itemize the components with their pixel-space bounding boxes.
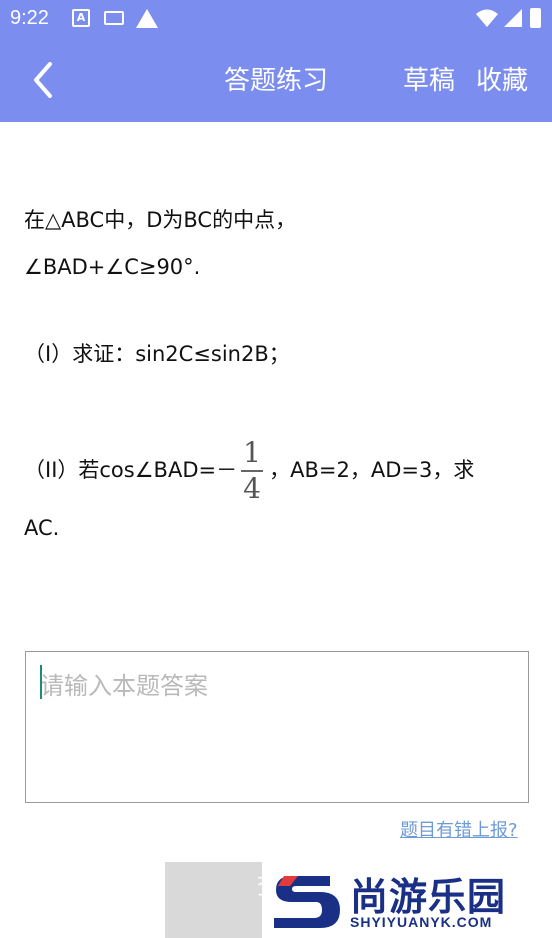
question-part-2-suffix: ，AB=2，AD=3，求 xyxy=(269,458,475,482)
fraction: 14 xyxy=(241,436,264,505)
answer-box xyxy=(25,651,529,803)
answer-input[interactable] xyxy=(26,652,528,802)
page-title: 答题练习 xyxy=(223,66,328,96)
watermark-url: SHYIYUANYK.COM xyxy=(350,914,493,930)
wifi-icon xyxy=(476,9,498,27)
report-error-link[interactable]: 题目有错上报? xyxy=(400,816,518,842)
a-notification-icon: A xyxy=(72,9,90,27)
fraction-denominator: 4 xyxy=(243,472,261,505)
warning-icon xyxy=(136,9,158,28)
watermark-logo-icon xyxy=(274,876,340,928)
signal-icon xyxy=(504,9,522,27)
question-part-2-prefix: （II）若cos∠BAD=－ xyxy=(24,458,238,482)
question-part-2: （II）若cos∠BAD=－ 1 4 ，AB=2，AD=3，求 xyxy=(24,438,474,504)
question-part-1: （I）求证：sin2C≤sin2B； xyxy=(24,342,290,366)
keyboard-icon xyxy=(104,11,124,25)
status-time: 9:22 xyxy=(10,7,49,29)
text-caret xyxy=(40,665,42,699)
back-button[interactable] xyxy=(24,58,64,102)
question-part-2-end: AC. xyxy=(24,516,60,540)
question-line-1: 在△ABC中，D为BC的中点， xyxy=(24,208,297,232)
watermark-text: 尚游乐园 xyxy=(350,875,507,919)
favorite-button[interactable]: 收藏 xyxy=(476,60,528,97)
draft-button[interactable]: 草稿 xyxy=(403,60,455,97)
battery-icon xyxy=(530,8,541,28)
app-header: 9:22 A 答题练习 草稿 收藏 xyxy=(0,0,552,122)
question-line-2: ∠BAD+∠C≥90°. xyxy=(24,255,201,279)
fraction-numerator: 1 xyxy=(243,436,261,469)
status-bar: 9:22 A xyxy=(0,0,552,36)
